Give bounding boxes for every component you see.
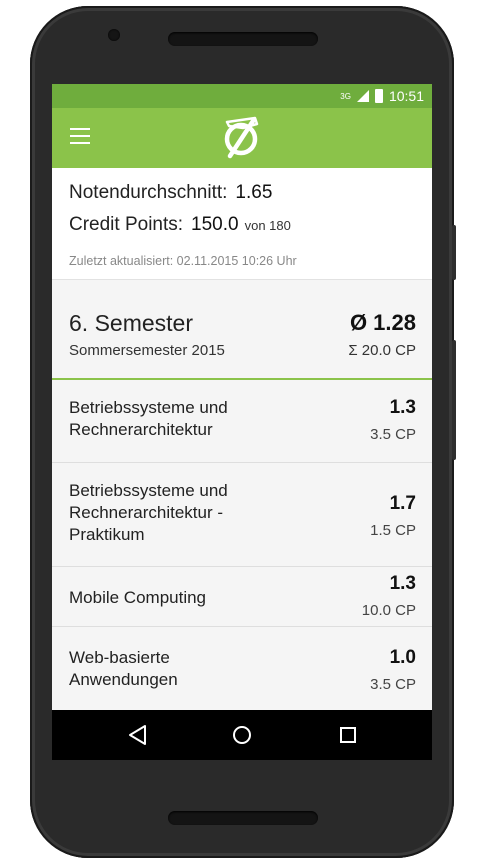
battery-icon	[374, 89, 383, 103]
course-name: Betriebssysteme und Rechnerarchitektur	[69, 398, 228, 439]
course-row[interactable]: Betriebssysteme und Rechnerarchitektur 1…	[52, 380, 432, 463]
credits-total: von 180	[244, 218, 291, 233]
summary-panel: Notendurchschnitt: 1.65 Credit Points: 150…	[52, 168, 432, 280]
semester-subtitle: Sommersemester 2015	[69, 342, 225, 359]
volume-button	[452, 340, 456, 460]
course-grade: 1.3	[389, 397, 416, 418]
network-type: 3G	[340, 91, 351, 101]
average-label: Notendurchschnitt:	[69, 182, 228, 203]
credits-row: Credit Points: 150.0 von 180	[69, 214, 291, 236]
back-triangle-icon[interactable]	[126, 723, 150, 747]
course-grade: 1.7	[389, 493, 416, 514]
status-time: 10:51	[388, 88, 424, 104]
course-grade: 1.3	[389, 573, 416, 594]
status-bar: 3G 10:51	[52, 84, 432, 108]
course-credits: 3.5 CP	[370, 676, 416, 693]
screen: 3G 10:51 Notendurchschnitt: 1.65 Credit P…	[52, 84, 432, 760]
semester-list: 6. Semester Sommersemester 2015 Ø 1.28 Σ…	[52, 280, 432, 760]
power-button	[452, 225, 456, 280]
course-grade: 1.0	[389, 647, 416, 668]
course-row[interactable]: Web-basierte Anwendungen 1.0 3.5 CP	[52, 627, 432, 711]
last-updated: Zuletzt aktualisiert: 02.11.2015 10:26 U…	[69, 254, 297, 268]
navigation-bar	[52, 710, 432, 760]
course-row[interactable]: Betriebssysteme und Rechnerarchitektur -…	[52, 463, 432, 567]
recents-square-icon[interactable]	[336, 723, 360, 747]
bottom-speaker	[168, 811, 318, 825]
course-row[interactable]: Mobile Computing 1.3 10.0 CP	[52, 567, 432, 627]
home-circle-icon[interactable]	[230, 723, 254, 747]
credits-label: Credit Points:	[69, 214, 184, 235]
top-speaker	[168, 32, 318, 46]
course-credits: 1.5 CP	[370, 522, 416, 539]
average-row: Notendurchschnitt: 1.65	[69, 182, 272, 204]
app-bar	[52, 108, 432, 168]
semester-average: Ø 1.28	[349, 310, 416, 335]
credits-value: 150.0	[191, 214, 239, 235]
front-camera	[108, 29, 120, 41]
semester-header[interactable]: 6. Semester Sommersemester 2015 Ø 1.28 Σ…	[52, 280, 432, 380]
course-name: Betriebssysteme und Rechnerarchitektur -…	[69, 481, 228, 544]
signal-icon	[356, 90, 369, 102]
average-value: 1.65	[235, 182, 273, 203]
hamburger-menu-icon[interactable]	[70, 128, 90, 144]
semester-title: 6. Semester	[69, 310, 193, 336]
course-name: Web-basierte Anwendungen	[69, 648, 178, 689]
course-credits: 10.0 CP	[361, 602, 416, 619]
semester-credits: Σ 20.0 CP	[348, 342, 416, 359]
course-credits: 3.5 CP	[370, 426, 416, 443]
course-name: Mobile Computing	[69, 588, 207, 607]
grade-average-logo-icon	[224, 116, 259, 159]
